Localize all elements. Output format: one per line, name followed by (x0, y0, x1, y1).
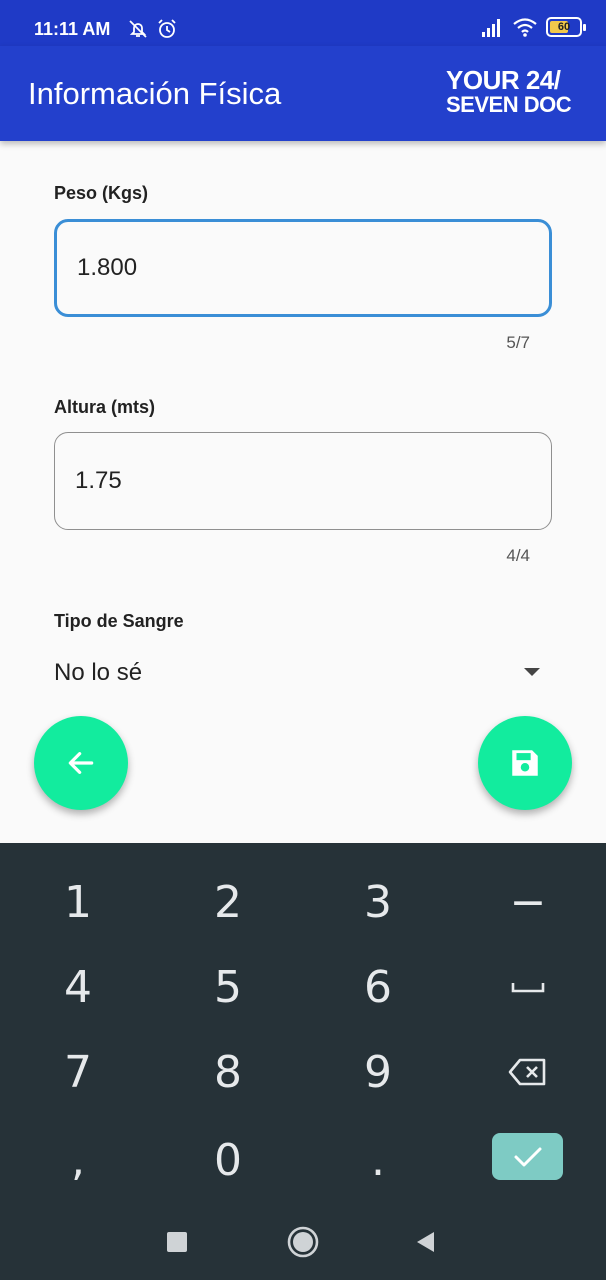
status-icons: 60 (480, 16, 586, 38)
dropdown-caret-icon (524, 668, 540, 676)
backspace-icon (508, 1058, 546, 1086)
wifi-icon (513, 18, 537, 37)
blood-type-dropdown[interactable]: No lo sé (54, 654, 552, 694)
battery-icon: 60 (546, 17, 586, 37)
app-logo: YOUR 24/ SEVEN DOC (446, 66, 582, 122)
alarm-icon (158, 19, 176, 38)
page-title: Información Física (28, 76, 282, 111)
key-backspace[interactable] (453, 1029, 603, 1115)
height-label: Altura (mts) (54, 397, 156, 417)
key-done[interactable] (492, 1133, 563, 1180)
key-minus[interactable]: − (453, 859, 603, 945)
status-bar: 11:11 AM 60 (0, 0, 606, 46)
back-triangle-icon (417, 1232, 434, 1252)
key-5[interactable]: 5 (153, 944, 303, 1030)
logo-line2: SEVEN DOC (446, 92, 572, 117)
save-button[interactable] (478, 716, 572, 810)
app-bar: Información Física YOUR 24/ SEVEN DOC (0, 46, 606, 141)
logo-line1: YOUR 24/ (446, 65, 561, 95)
status-time: 11:11 AM (34, 19, 111, 39)
key-9[interactable]: 9 (303, 1029, 453, 1115)
key-period[interactable]: . (303, 1117, 453, 1203)
key-3[interactable]: 3 (303, 859, 453, 945)
battery-level: 60 (557, 21, 571, 33)
check-icon (514, 1147, 541, 1166)
blood-type-value: No lo sé (54, 659, 143, 686)
key-7[interactable]: 7 (3, 1029, 153, 1115)
recents-button[interactable] (157, 1222, 197, 1262)
key-space[interactable] (453, 944, 603, 1030)
weight-input[interactable] (77, 222, 517, 314)
recents-icon (167, 1232, 187, 1252)
key-comma[interactable]: , (3, 1117, 153, 1203)
height-counter: 4/4 (506, 546, 530, 565)
home-icon (287, 1226, 319, 1258)
save-icon (512, 750, 538, 776)
key-8[interactable]: 8 (153, 1029, 303, 1115)
key-6[interactable]: 6 (303, 944, 453, 1030)
home-button[interactable] (283, 1222, 323, 1262)
system-nav-bar (0, 1200, 606, 1280)
key-4[interactable]: 4 (3, 944, 153, 1030)
back-nav-button[interactable] (405, 1222, 445, 1262)
blood-type-label: Tipo de Sangre (54, 611, 184, 631)
key-1[interactable]: 1 (3, 859, 153, 945)
space-icon (511, 983, 545, 993)
notifications-off-icon (129, 20, 147, 38)
key-2[interactable]: 2 (153, 859, 303, 945)
weight-counter: 5/7 (506, 333, 530, 352)
back-button[interactable] (34, 716, 128, 810)
height-field[interactable] (54, 432, 552, 530)
weight-label: Peso (Kgs) (54, 183, 149, 203)
arrow-left-icon (68, 752, 94, 774)
weight-field[interactable] (54, 219, 552, 317)
signal-icon (482, 19, 500, 37)
key-0[interactable]: 0 (153, 1117, 303, 1203)
height-input[interactable] (75, 433, 515, 529)
